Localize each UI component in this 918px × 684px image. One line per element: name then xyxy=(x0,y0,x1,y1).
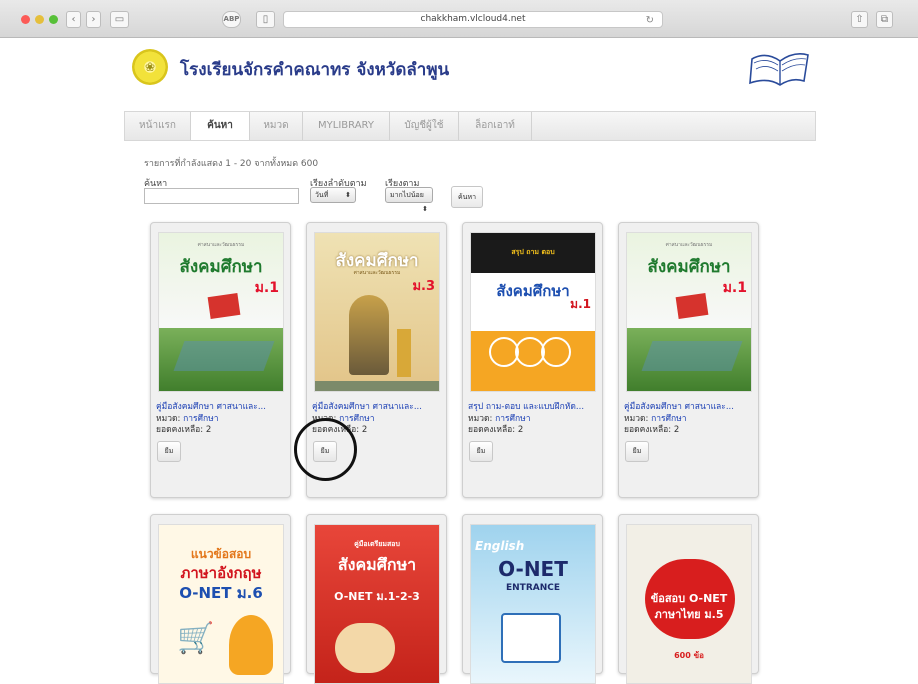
cover-headline: สังคมศึกษา xyxy=(647,257,731,277)
book-remaining: ยอดคงเหลือ: 2 xyxy=(624,425,680,435)
book-card: ข้อสอบ O-NET ภาษาไทย ม.5 600 ข้อ xyxy=(618,514,759,684)
adblock-extension-button[interactable]: ABP xyxy=(222,11,241,28)
book-card: สังคมศึกษา ศาสนาและวัฒนธรรม ม.3 คู่มือสั… xyxy=(306,222,447,498)
cover-sub: ศาสนาและวัฒนธรรม xyxy=(197,242,245,248)
cover-grade: O-NET ม.1-2-3 xyxy=(334,590,420,603)
cart-icon: 🛒 xyxy=(177,621,215,656)
main-menu: หน้าแรก ค้นหา หมวด MYLIBRARY บัญชีผู้ใช้… xyxy=(124,111,816,141)
book-cover[interactable]: คู่มือเตรียมสอบ สังคมศึกษา O-NET ม.1-2-3 xyxy=(314,524,440,684)
cover-grade: O-NET ม.6 xyxy=(179,584,263,602)
close-window-button[interactable] xyxy=(21,15,30,24)
search-input[interactable] xyxy=(144,188,299,204)
page-icon: ▯ xyxy=(262,14,269,25)
address-bar[interactable]: chakkham.vlcloud4.net ↻ xyxy=(283,11,663,28)
menu-item-mylibrary[interactable]: MYLIBRARY xyxy=(303,112,390,140)
maximize-window-button[interactable] xyxy=(49,15,58,24)
menu-item-category[interactable]: หมวด xyxy=(250,112,303,140)
menu-item-search[interactable]: ค้นหา xyxy=(191,112,250,140)
adblock-icon: ABP xyxy=(223,15,240,23)
sort-select[interactable]: วันที่ ⬍ xyxy=(310,187,356,203)
book-cover[interactable]: สังคมศึกษา ศาสนาและวัฒนธรรม ม.3 xyxy=(314,232,440,392)
chevron-left-icon: ‹ xyxy=(71,14,76,25)
book-card: ศาสนาและวัฒนธรรม สังคมศึกษา ม.1 คู่มือสั… xyxy=(150,222,291,498)
cover-headline: สังคมศึกษา xyxy=(337,555,417,574)
borrow-button[interactable]: ยืม xyxy=(313,441,337,462)
book-card: ศาสนาและวัฒนธรรม สังคมศึกษา ม.1 คู่มือสั… xyxy=(618,222,759,498)
share-icon: ⇧ xyxy=(855,14,864,25)
book-cover[interactable]: ศาสนาและวัฒนธรรม สังคมศึกษา ม.1 xyxy=(158,232,284,392)
sort-select-value: วันที่ xyxy=(315,191,329,199)
tabs-icon: ⧉ xyxy=(880,14,889,25)
site-title: โรงเรียนจักรคำคณาทร จังหวัดลำพูน xyxy=(180,60,450,80)
cover-grade: ENTRANCE xyxy=(506,583,560,593)
order-select-value: มากไปน้อย xyxy=(390,191,424,199)
reload-icon[interactable]: ↻ xyxy=(646,13,654,28)
borrow-button[interactable]: ยืม xyxy=(625,441,649,462)
order-select[interactable]: มากไปน้อย ⬍ xyxy=(385,187,433,213)
borrow-button[interactable]: ยืม xyxy=(469,441,493,462)
book-cover[interactable]: แนวข้อสอบ ภาษาอังกฤษ O-NET ม.6 🛒 xyxy=(158,524,284,684)
menu-item-account[interactable]: บัญชีผู้ใช้ xyxy=(390,112,459,140)
book-card: คู่มือเตรียมสอบ สังคมศึกษา O-NET ม.1-2-3 xyxy=(306,514,447,684)
book-card: English O-NET ENTRANCE xyxy=(462,514,603,684)
updown-arrow-icon: ⬍ xyxy=(345,191,351,199)
result-count: รายการที่กำลังแสดง 1 - 20 จากทั้งหมด 600 xyxy=(144,159,319,169)
forward-button[interactable]: › xyxy=(86,11,101,28)
tab-overview-button[interactable]: ⧉ xyxy=(876,11,893,28)
menu-item-home[interactable]: หน้าแรก xyxy=(125,112,191,140)
open-book-icon xyxy=(749,53,809,86)
updown-arrow-icon: ⬍ xyxy=(422,205,428,213)
back-button[interactable]: ‹ xyxy=(66,11,81,28)
book-remaining: ยอดคงเหลือ: 2 xyxy=(312,425,368,435)
cover-sub: ศาสนาและวัฒนธรรม xyxy=(665,242,713,248)
book-cover[interactable]: English O-NET ENTRANCE xyxy=(470,524,596,684)
book-cover[interactable]: สรุป ถาม ตอบ สังคมศึกษา ม.1 xyxy=(470,232,596,392)
school-logo: ❀ xyxy=(132,49,168,85)
search-button[interactable]: ค้นหา xyxy=(451,186,483,208)
reader-view-button[interactable]: ▯ xyxy=(256,11,275,28)
book-remaining: ยอดคงเหลือ: 2 xyxy=(156,425,212,435)
book-card: สรุป ถาม ตอบ สังคมศึกษา ม.1 สรุป ถาม-ตอบ… xyxy=(462,222,603,498)
book-cover[interactable]: ข้อสอบ O-NET ภาษาไทย ม.5 600 ข้อ xyxy=(626,524,752,684)
cover-headline: O-NET xyxy=(498,557,568,581)
url-text: chakkham.vlcloud4.net xyxy=(420,14,526,24)
sidebar-toggle-button[interactable]: ▭ xyxy=(110,11,129,28)
sidebar-icon: ▭ xyxy=(114,14,125,25)
share-button[interactable]: ⇧ xyxy=(851,11,868,28)
browser-toolbar: ‹ › ▭ ABP ▯ chakkham.vlcloud4.net ↻ ⇧ ⧉ xyxy=(0,0,918,38)
minimize-window-button[interactable] xyxy=(35,15,44,24)
cover-sub: สรุป ถาม ตอบ xyxy=(511,248,555,256)
borrow-button[interactable]: ยืม xyxy=(157,441,181,462)
cover-grade: ม.3 xyxy=(412,279,435,294)
book-card: แนวข้อสอบ ภาษาอังกฤษ O-NET ม.6 🛒 xyxy=(150,514,291,684)
book-cover[interactable]: ศาสนาและวัฒนธรรม สังคมศึกษา ม.1 xyxy=(626,232,752,392)
book-remaining: ยอดคงเหลือ: 2 xyxy=(468,425,524,435)
cover-sub: 600 ข้อ xyxy=(674,651,704,660)
cover-headline: สังคมศึกษา xyxy=(179,257,263,277)
cover-sub: คู่มือเตรียมสอบ xyxy=(354,540,400,548)
cover-grade: ภาษาไทย ม.5 xyxy=(654,608,724,621)
cover-sub: English xyxy=(475,539,525,553)
chevron-right-icon: › xyxy=(91,14,96,25)
cover-grade: ม.1 xyxy=(570,297,591,311)
menu-item-logout[interactable]: ล็อกเอาท์ xyxy=(459,112,532,140)
